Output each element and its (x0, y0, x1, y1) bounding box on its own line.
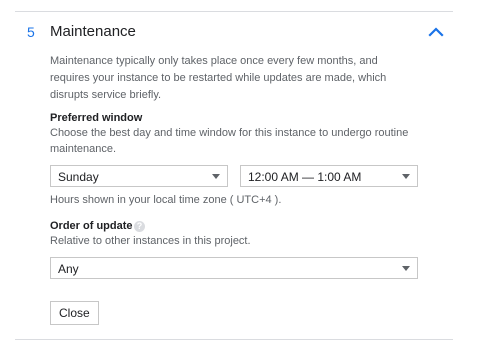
collapse-button[interactable] (426, 24, 446, 40)
order-of-update-value: Any (58, 262, 79, 276)
order-of-update-label: Order of update (50, 220, 133, 232)
order-of-update-help: Relative to other instances in this proj… (50, 235, 251, 247)
close-button[interactable]: Close (50, 301, 99, 325)
dropdown-caret-icon (402, 174, 410, 179)
day-select-value: Sunday (58, 170, 99, 184)
section-description: Maintenance typically only takes place o… (50, 55, 387, 101)
help-icon[interactable]: ? (134, 221, 145, 232)
time-window-select-value: 12:00 AM — 1:00 AM (248, 170, 362, 184)
top-divider (15, 11, 453, 12)
step-number: 5 (27, 24, 35, 40)
day-select[interactable]: Sunday (50, 165, 228, 187)
dropdown-caret-icon (402, 266, 410, 271)
time-window-select[interactable]: 12:00 AM — 1:00 AM (240, 165, 418, 187)
order-of-update-select[interactable]: Any (50, 257, 418, 279)
section-title: Maintenance (50, 23, 136, 40)
bottom-divider (15, 339, 453, 340)
dropdown-caret-icon (212, 174, 220, 179)
preferred-window-help: Choose the best day and time window for … (50, 127, 409, 155)
chevron-up-icon (428, 27, 444, 37)
preferred-window-label: Preferred window (50, 112, 143, 124)
timezone-note: Hours shown in your local time zone ( UT… (50, 194, 282, 206)
